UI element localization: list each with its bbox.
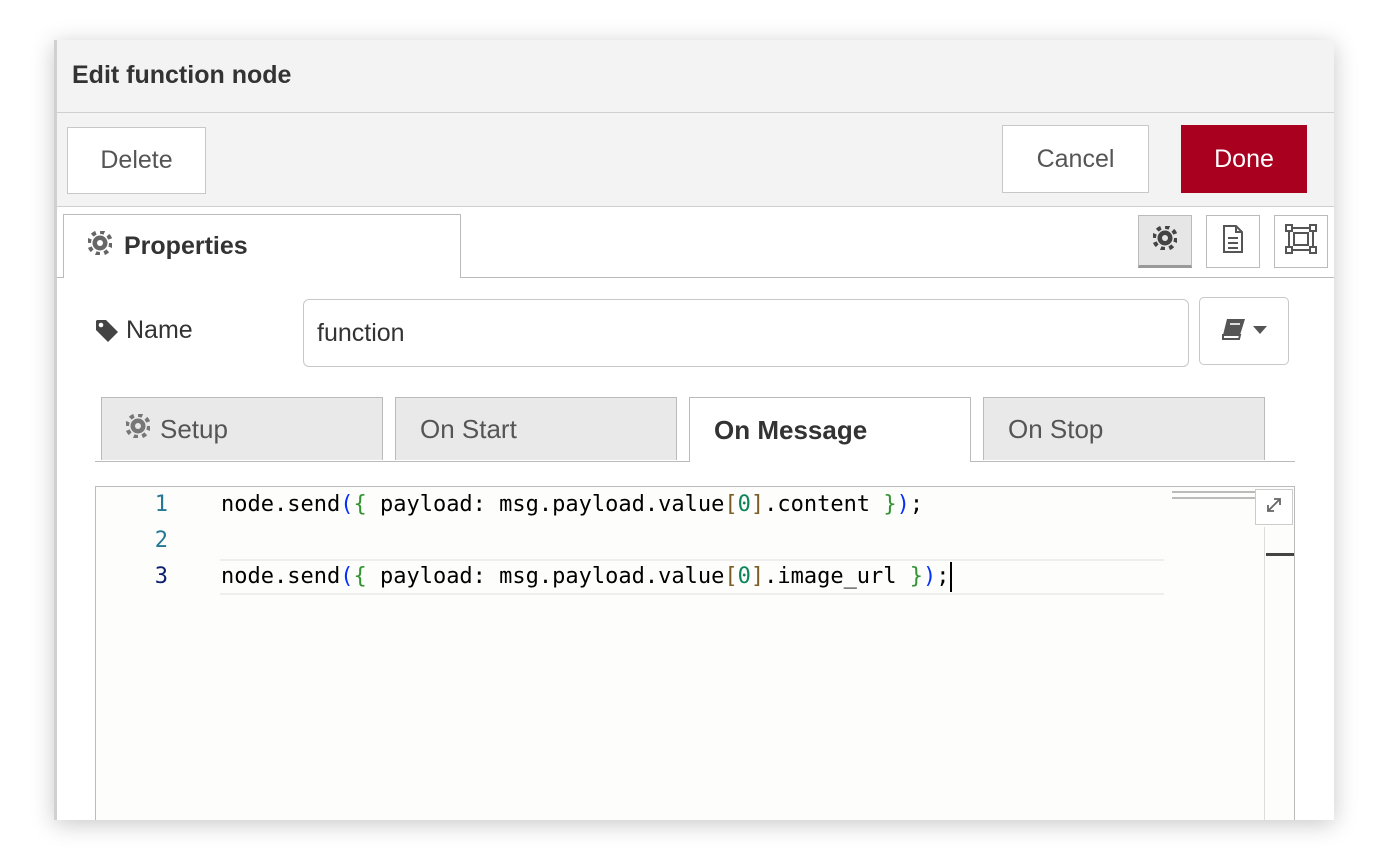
- node-settings-tab[interactable]: [1138, 215, 1192, 268]
- frame-icon: [1285, 224, 1317, 259]
- name-input[interactable]: [303, 299, 1189, 367]
- delete-button[interactable]: Delete: [67, 127, 206, 194]
- code-text: node.send({ payload: msg.payload.value[0…: [221, 559, 952, 595]
- dialog-title: Edit function node: [72, 61, 292, 89]
- code-editor[interactable]: 1 node.send({ payload: msg.payload.value…: [95, 486, 1295, 820]
- edit-dialog: Edit function node Delete Cancel Done Pr…: [54, 40, 1334, 820]
- tab-on-start-label: On Start: [420, 413, 517, 444]
- tab-on-start[interactable]: On Start: [395, 397, 677, 460]
- tag-icon: [95, 319, 119, 348]
- tab-on-stop[interactable]: On Stop: [983, 397, 1265, 460]
- tab-properties[interactable]: Properties: [63, 214, 461, 278]
- code-text: node.send({ payload: msg.payload.value[0…: [221, 492, 924, 517]
- library-menu-button[interactable]: [1199, 297, 1289, 365]
- code-line[interactable]: 2: [96, 523, 1196, 559]
- tab-on-message[interactable]: On Message: [689, 397, 971, 462]
- dialog-toolbar: Delete Cancel Done: [57, 113, 1334, 207]
- expand-editor-button[interactable]: [1255, 489, 1293, 525]
- dialog-header: Edit function node: [57, 40, 1334, 113]
- done-button[interactable]: Done: [1181, 125, 1307, 193]
- line-number: 3: [154, 564, 168, 589]
- node-appearance-tab[interactable]: [1274, 215, 1328, 268]
- dialog-tab-bar: Properties: [57, 207, 1334, 278]
- line-number: 1: [154, 492, 168, 517]
- code-minimap[interactable]: [1172, 487, 1262, 507]
- expand-icon: [1265, 495, 1283, 520]
- gear-icon: [87, 230, 113, 262]
- tab-setup-label: Setup: [160, 413, 228, 444]
- line-number: 2: [154, 528, 168, 553]
- caret-down-icon: [1253, 322, 1267, 340]
- tab-on-message-label: On Message: [714, 414, 868, 445]
- tab-properties-label: Properties: [124, 232, 248, 260]
- tab-on-stop-label: On Stop: [1008, 413, 1104, 444]
- function-code-tabs: Setup On Start On Message On Stop: [95, 397, 1295, 462]
- text-cursor: [949, 562, 952, 592]
- gear-icon: [1152, 225, 1178, 255]
- code-line[interactable]: 1 node.send({ payload: msg.payload.value…: [96, 487, 1196, 523]
- node-description-tab[interactable]: [1206, 215, 1260, 268]
- book-icon: [1221, 318, 1247, 345]
- scroll-position-marker: [1266, 553, 1294, 556]
- code-line[interactable]: 3 node.send({ payload: msg.payload.value…: [96, 559, 1196, 595]
- tab-setup[interactable]: Setup: [101, 397, 383, 460]
- gear-icon: [125, 412, 151, 445]
- name-label: Name: [126, 316, 193, 344]
- cancel-button[interactable]: Cancel: [1002, 125, 1149, 193]
- document-icon: [1222, 225, 1244, 258]
- editor-scrollbar[interactable]: [1264, 527, 1295, 820]
